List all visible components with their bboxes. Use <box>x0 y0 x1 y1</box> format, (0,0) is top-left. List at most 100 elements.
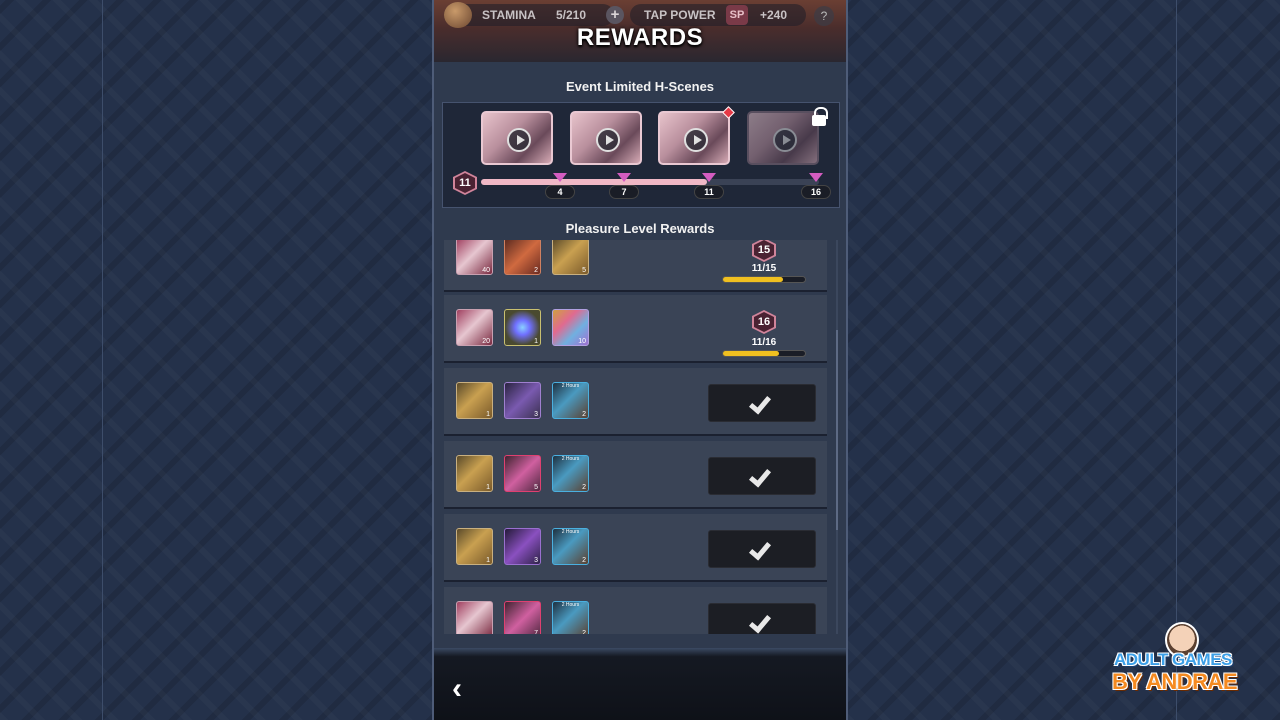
item-count: 2 <box>582 557 586 564</box>
item-count: 5 <box>582 267 586 274</box>
scene-thumbnail-3[interactable] <box>658 106 735 165</box>
gold-ticket-icon[interactable]: 1 <box>456 528 493 565</box>
event-scenes-panel: 11 4 7 11 16 <box>442 102 840 208</box>
milestone-level: 7 <box>609 185 639 199</box>
red-chest-icon[interactable]: 2 <box>504 240 541 275</box>
claimed-button[interactable] <box>708 384 816 422</box>
reward-row: 40 2 5 15 11/15 <box>444 240 827 292</box>
item-count: 40 <box>482 267 490 274</box>
item-count: 3 <box>534 411 538 418</box>
play-icon <box>684 128 708 152</box>
item-count: 2 <box>582 411 586 418</box>
milestone-arrow-icon <box>553 173 567 182</box>
rewards-panel: STAMINA 5/210 + TAP POWER SP +240 ? REWA… <box>432 0 848 720</box>
event-scenes-title: Event Limited H-Scenes <box>565 79 715 94</box>
list-scrollbar[interactable] <box>836 240 838 634</box>
bottom-bar: ‹ <box>434 648 846 720</box>
stamina-counter: STAMINA 5/210 + <box>444 2 624 28</box>
background-divider-right <box>1176 0 1177 720</box>
item-count: 2 <box>582 484 586 491</box>
level-progress-fill <box>723 277 784 282</box>
milestone-arrow-icon <box>617 173 631 182</box>
item-count: 20 <box>482 338 490 345</box>
pleasure-rewards-list[interactable]: 40 2 5 15 11/15 20 1 10 16 11/16 1 3 2 H… <box>444 240 827 634</box>
top-bar: STAMINA 5/210 + TAP POWER SP +240 ? REWA… <box>434 0 846 62</box>
current-level-badge: 11 <box>453 171 477 195</box>
milestone-level: 4 <box>545 185 575 199</box>
sp-icon: SP <box>726 5 748 25</box>
play-icon <box>596 128 620 152</box>
item-duration-tag: 2 Hours <box>561 456 580 462</box>
item-count: 2 <box>582 630 586 634</box>
new-indicator-icon <box>722 106 735 119</box>
tap-power-value: +240 <box>760 8 788 22</box>
item-count: 2 <box>534 267 538 274</box>
claimed-button[interactable] <box>708 603 816 634</box>
scene-thumbnail-4[interactable] <box>747 111 819 165</box>
item-duration-tag: 2 Hours <box>561 529 580 535</box>
item-count: 5 <box>534 484 538 491</box>
level-badge: 16 <box>752 310 776 334</box>
scene-thumbnail-1[interactable] <box>481 111 553 165</box>
potion-icon[interactable]: 2 Hours 2 <box>552 455 589 492</box>
potion-icon[interactable]: 2 Hours 2 <box>552 601 589 634</box>
check-icon <box>748 537 772 561</box>
gold-ticket-icon[interactable]: 1 <box>456 382 493 419</box>
reward-row: 1 5 2 Hours 2 <box>444 441 827 509</box>
add-stamina-button[interactable]: + <box>606 6 624 24</box>
item-count: 1 <box>486 484 490 491</box>
level-progress-text: 11/15 <box>751 263 777 274</box>
pink-chest-icon[interactable]: 5 <box>504 455 541 492</box>
claimed-button[interactable] <box>708 457 816 495</box>
scene-progress-bar <box>481 179 819 185</box>
play-icon <box>773 128 797 152</box>
watermark-line-1: ADULT GAMES <box>1114 650 1232 669</box>
potion-icon[interactable]: 2 Hours 2 <box>552 528 589 565</box>
item-count: 1 <box>534 338 538 345</box>
girl-card-icon[interactable] <box>456 601 493 634</box>
gold-ticket-icon[interactable]: 5 <box>552 240 589 275</box>
gold-ticket-icon[interactable]: 1 <box>456 455 493 492</box>
reward-row: 1 3 2 Hours 2 <box>444 368 827 436</box>
stamina-value: 5/210 <box>556 8 587 22</box>
check-icon <box>748 464 772 488</box>
pink-chest-icon[interactable]: 7 <box>504 601 541 634</box>
level-progress-bar <box>722 276 806 283</box>
milestone-marker: 16 <box>801 173 831 199</box>
level-value: 15 <box>754 240 774 260</box>
milestone-level: 16 <box>801 185 831 199</box>
help-button[interactable]: ? <box>814 6 834 26</box>
tap-power-label: TAP POWER <box>644 8 716 22</box>
current-level-value: 11 <box>455 173 475 193</box>
rainbow-ticket-icon[interactable]: 10 <box>552 309 589 346</box>
milestone-marker: 11 <box>694 173 724 199</box>
milestone-arrow-icon <box>809 173 823 182</box>
milestone-level: 11 <box>694 185 724 199</box>
background-divider-left <box>102 0 103 720</box>
watermark-logo: ADULT GAMES BY ANDRAE <box>1110 622 1260 702</box>
scene-progress-fill <box>481 179 708 185</box>
milestone-arrow-icon <box>702 173 716 182</box>
reward-row: 20 1 10 16 11/16 <box>444 295 827 363</box>
item-count: 10 <box>578 338 586 345</box>
gem-icon[interactable]: 1 <box>504 309 541 346</box>
back-icon[interactable]: ‹ <box>452 674 472 704</box>
girl-card-icon[interactable]: 40 <box>456 240 493 275</box>
girl-card-icon[interactable]: 20 <box>456 309 493 346</box>
violet-chest-icon[interactable]: 3 <box>504 528 541 565</box>
milestone-marker: 4 <box>545 173 575 199</box>
level-badge: 15 <box>752 240 776 262</box>
check-icon <box>748 391 772 415</box>
purple-chest-icon[interactable]: 3 <box>504 382 541 419</box>
scrollbar-thumb[interactable] <box>836 330 838 530</box>
tap-power-counter: TAP POWER SP +240 <box>630 4 806 26</box>
item-count: 1 <box>486 411 490 418</box>
claimed-button[interactable] <box>708 530 816 568</box>
potion-icon[interactable]: 2 Hours 2 <box>552 382 589 419</box>
check-icon <box>748 610 772 634</box>
scene-thumbnail-2[interactable] <box>570 111 642 165</box>
page-title: REWARDS <box>576 24 704 51</box>
level-value: 16 <box>754 312 774 332</box>
play-icon <box>507 128 531 152</box>
item-duration-tag: 2 Hours <box>561 602 580 608</box>
